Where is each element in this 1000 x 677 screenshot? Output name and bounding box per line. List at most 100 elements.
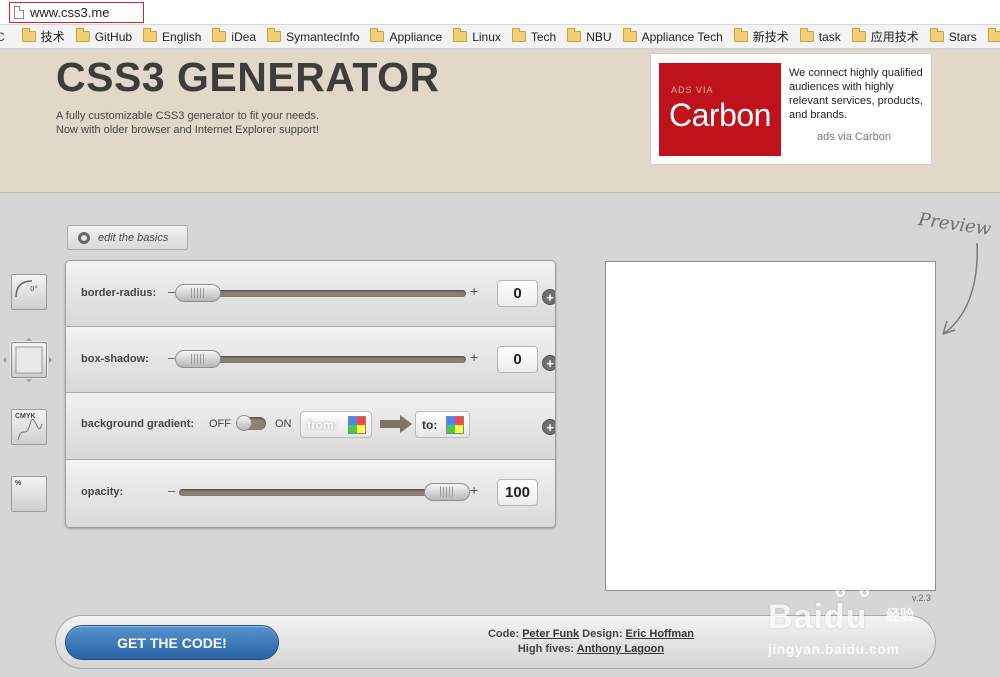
- border-radius-slider-thumb[interactable]: [175, 284, 221, 302]
- box-shadow-slider-thumb[interactable]: [175, 350, 221, 368]
- design-author-link[interactable]: Eric Hoffman: [626, 628, 694, 640]
- gradient-curves-icon: [17, 418, 43, 441]
- arrow-right-icon: [49, 357, 55, 363]
- watermark-sub: 经验: [886, 607, 914, 623]
- border-radius-value[interactable]: 0: [497, 280, 538, 307]
- subtitle-line-2: Now with older browser and Internet Expl…: [56, 124, 319, 136]
- code-author-link[interactable]: Peter Funk: [522, 628, 579, 640]
- bookmark-item[interactable]: Tech: [511, 28, 556, 44]
- opacity-minus[interactable]: –: [168, 483, 175, 498]
- arrow-up-icon: [26, 335, 32, 341]
- bookmark-label: NBU: [586, 29, 612, 44]
- folder-icon: [453, 28, 468, 42]
- opacity-row: opacity: – + 100: [66, 460, 555, 527]
- bookmark-item[interactable]: Appliance Tech: [622, 28, 723, 44]
- bookmark-item[interactable]: Appliance: [370, 28, 443, 44]
- edit-basics-button[interactable]: edit the basics: [67, 225, 188, 250]
- box-shadow-plus[interactable]: +: [470, 349, 478, 365]
- code-label: Code:: [487, 628, 520, 640]
- box-shadow-icon: [15, 346, 43, 374]
- carbon-logo-brand: Carbon: [669, 97, 771, 133]
- folder-icon: [567, 28, 582, 42]
- url-text: www.css3.me: [30, 5, 110, 20]
- folder-icon: [733, 28, 748, 42]
- box-shadow-label: box-shadow:: [81, 353, 149, 365]
- opacity-slider-thumb[interactable]: [424, 483, 470, 501]
- background-gradient-label: background gradient:: [81, 418, 195, 430]
- ad-text[interactable]: We connect highly qualified audiences wi…: [789, 66, 924, 122]
- page-title: CSS3 GENERATOR: [56, 54, 440, 100]
- arrow-right-icon: [380, 415, 412, 433]
- opacity-slider[interactable]: [179, 483, 470, 501]
- border-radius-label: border-radius:: [81, 287, 157, 299]
- border-radius-expand-button[interactable]: +: [542, 289, 555, 305]
- watermark-brand: Baidu: [768, 598, 868, 636]
- folder-icon: [511, 28, 526, 42]
- high-fives-author-link[interactable]: Anthony Lagoon: [577, 643, 664, 655]
- bookmark-item[interactable]: Stars: [929, 28, 977, 44]
- folder-icon: [267, 28, 282, 42]
- get-the-code-button[interactable]: GET THE CODE!: [65, 625, 279, 660]
- credits: Code: Peter Funk Design: Eric Hoffman Hi…: [436, 627, 746, 657]
- bookmark-item[interactable]: task: [799, 28, 841, 44]
- bookmark-item[interactable]: English: [143, 28, 202, 44]
- gradient-to-label: to:: [422, 417, 438, 432]
- bookmark-item[interactable]: SymantecInfo: [267, 28, 360, 44]
- border-radius-slider[interactable]: [175, 284, 466, 302]
- bookmark-label: GitHub: [94, 29, 133, 44]
- opacity-value[interactable]: 100: [497, 479, 538, 506]
- bookmark-item[interactable]: 新技术: [733, 28, 789, 45]
- carbon-ad[interactable]: ADS VIA Carbon We connect highly qualifi…: [650, 53, 932, 165]
- opacity-tab-icon[interactable]: %: [11, 476, 47, 512]
- url-field[interactable]: www.css3.me: [9, 2, 144, 23]
- folder-icon: [21, 28, 36, 42]
- bookmark-item[interactable]: Linux: [453, 28, 501, 44]
- border-radius-row: border-radius: – + 0 +: [66, 261, 555, 327]
- gradient-to-picker[interactable]: to:: [415, 411, 470, 438]
- box-shadow-tab-icon[interactable]: [11, 342, 47, 378]
- bookmark-item[interactable]: iDea: [212, 28, 256, 44]
- gradient-toggle[interactable]: [236, 415, 266, 431]
- gradient-toggle-knob[interactable]: [236, 415, 252, 431]
- bookmark-item[interactable]: Tools: [987, 28, 1000, 44]
- page-icon: [14, 6, 24, 19]
- address-bar: www.css3.me: [0, 0, 1000, 25]
- border-radius-tab-icon[interactable]: 0°: [11, 274, 47, 310]
- page-subtitle: A fully customizable CSS3 generator to f…: [56, 109, 319, 137]
- folder-icon: [799, 28, 814, 42]
- box-shadow-expand-button[interactable]: +: [542, 355, 555, 371]
- bookmark-label: Appliance: [389, 29, 443, 44]
- bookmark-label: SymantecInfo: [286, 29, 360, 44]
- bookmark-label: 技术: [40, 30, 65, 44]
- gradient-tab-icon[interactable]: CMYK: [11, 409, 47, 445]
- generator-area: edit the basics 0° CMYK % border-radius:…: [0, 194, 1000, 677]
- gradient-toggle-off-label: OFF: [209, 418, 231, 430]
- gradient-expand-button[interactable]: +: [542, 419, 555, 435]
- box-shadow-value[interactable]: 0: [497, 346, 538, 373]
- baidu-watermark: Baidu 经验 jingyan.baidu.com: [768, 580, 948, 670]
- box-shadow-row: box-shadow: – + 0 +: [66, 327, 555, 393]
- bookmark-item[interactable]: 应用技术: [851, 28, 919, 45]
- bookmark-truncated[interactable]: C: [0, 30, 5, 44]
- box-shadow-slider[interactable]: [175, 350, 466, 368]
- curved-arrow-icon: [942, 242, 978, 335]
- opacity-plus[interactable]: +: [470, 482, 478, 498]
- bookmark-label: English: [162, 29, 202, 44]
- edit-basics-label: edit the basics: [98, 231, 169, 244]
- opacity-label: opacity:: [81, 486, 124, 498]
- border-radius-plus[interactable]: +: [470, 283, 478, 299]
- bookmarks-bar: C 技术 GitHub English iDea SymantecInfo Applian…: [0, 25, 1000, 49]
- ad-credit[interactable]: ads via Carbon: [817, 131, 891, 143]
- arrow-left-icon: [0, 357, 6, 363]
- folder-icon: [851, 28, 866, 42]
- bookmark-label: Linux: [472, 29, 501, 44]
- gradient-from-picker[interactable]: from:: [300, 411, 372, 438]
- carbon-logo[interactable]: ADS VIA Carbon: [659, 63, 781, 156]
- bookmark-item[interactable]: GitHub: [75, 28, 133, 44]
- bookmark-item[interactable]: NBU: [567, 28, 612, 44]
- bookmark-item[interactable]: 技术: [21, 28, 65, 45]
- controls-panel: border-radius: – + 0 + box-shadow: – + 0…: [65, 260, 556, 528]
- bookmark-label: task: [818, 29, 841, 44]
- corner-radius-icon: 0°: [15, 280, 38, 298]
- svg-text:0°: 0°: [30, 285, 38, 293]
